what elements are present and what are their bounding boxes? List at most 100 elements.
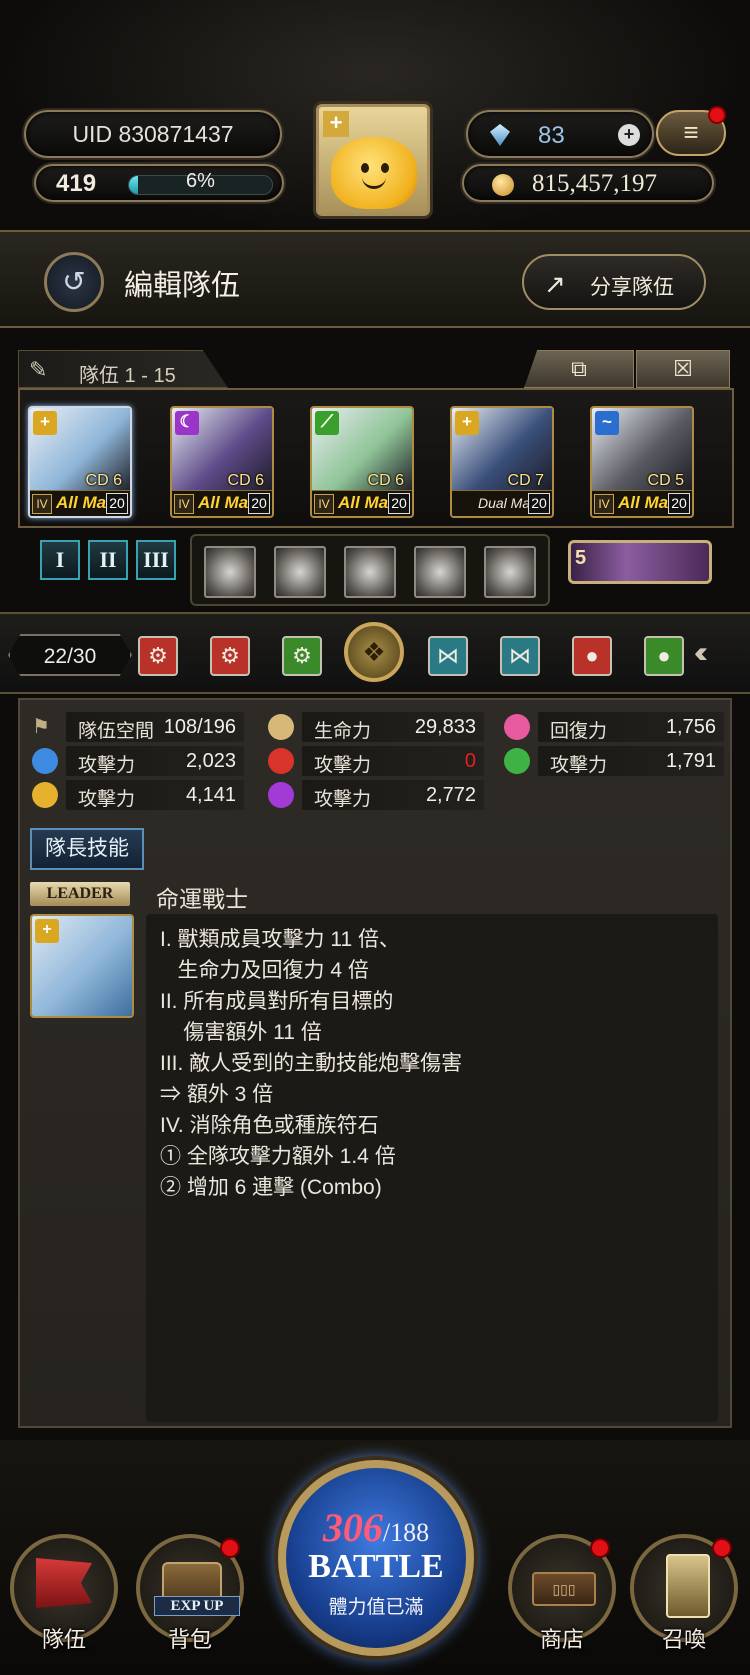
- coin-counter: 815,457,197: [462, 164, 714, 202]
- stat-value: 108/196: [163, 716, 236, 738]
- stat-label: 隊伍空間: [78, 721, 155, 742]
- light-attack-stat: 攻擊力 4,141: [32, 780, 244, 810]
- avatar-eye: [361, 163, 369, 173]
- battle-button[interactable]: 306/188 BATTLE 體力值已滿: [278, 1460, 474, 1656]
- stat-value: 0: [464, 750, 476, 772]
- clear-team-button[interactable]: ☒: [636, 350, 730, 388]
- craft-slot[interactable]: [414, 546, 466, 598]
- stat-value: 4,141: [185, 784, 236, 806]
- leader-portrait: +: [30, 914, 134, 1018]
- stat-label: 攻擊力: [78, 789, 136, 810]
- craft-slot[interactable]: [344, 546, 396, 598]
- nav-team-label: 隊伍: [41, 1627, 86, 1652]
- share-icon: ↗: [544, 269, 566, 299]
- leader-skill-name: 命運戰士: [156, 886, 248, 912]
- team-card[interactable]: ⟋ CD 6 IV All Max 20: [310, 406, 414, 518]
- water-attack-stat: 攻擊力 2,023: [32, 746, 244, 776]
- skill-line: II. 所有成員對所有目標的: [160, 990, 394, 1013]
- light-attribute-icon: +: [35, 919, 59, 943]
- craft-slot[interactable]: [204, 546, 256, 598]
- back-arrow-icon: ↺: [62, 266, 86, 297]
- card-cd: CD 7: [507, 472, 544, 489]
- head-fire-icon[interactable]: ●: [572, 636, 612, 676]
- nav-shop-label: 商店: [539, 1627, 584, 1652]
- card-count: 22/30: [8, 634, 132, 676]
- notification-dot: [220, 1538, 240, 1558]
- skill-line: ① 全隊攻擊力額外 1.4 倍: [160, 1145, 396, 1168]
- card-rank: IV: [314, 494, 334, 514]
- skill-line: I. 獸類成員攻擊力 11 倍、: [160, 928, 400, 951]
- stat-value: 29,833: [414, 716, 476, 738]
- dark-attack-stat: 攻擊力 2,772: [268, 780, 484, 810]
- craft-slot[interactable]: [274, 546, 326, 598]
- shop-sign-icon: ▯▯▯: [532, 1572, 596, 1606]
- recovery-stat: 回復力 1,756: [504, 712, 724, 742]
- copy-team-button[interactable]: ⧉: [524, 350, 634, 388]
- dragon-servant-thumbnail[interactable]: 5: [568, 540, 712, 584]
- share-team-label: 分享隊伍: [590, 276, 674, 299]
- team-members: + CD 6 IV All Max 20 ☾ CD 6 IV All Max 2…: [18, 388, 734, 528]
- stat-label: 攻擊力: [550, 755, 608, 776]
- skill-line: ② 增加 6 連擊 (Combo): [160, 1176, 382, 1199]
- exp-percent: 6%: [186, 170, 215, 192]
- butterfly-icon[interactable]: ⋈: [428, 636, 468, 676]
- flag-icon: [36, 1558, 92, 1608]
- fire-rune-icon[interactable]: ⚙: [210, 636, 250, 676]
- card-footer: IV All Max 20: [172, 490, 272, 516]
- hp-drop-icon: [268, 714, 294, 740]
- stat-label: 生命力: [314, 721, 372, 742]
- team-selector-tab[interactable]: ✎ 隊伍 1 - 15: [18, 350, 228, 388]
- team-card-leader[interactable]: + CD 6 IV All Max 20: [28, 406, 132, 518]
- craft-slots: [190, 534, 550, 606]
- team-space-stat: ⚑ 隊伍空間 108/196: [32, 712, 244, 742]
- share-team-button[interactable]: ↗ 分享隊伍: [522, 254, 706, 310]
- team-card[interactable]: + CD 7 Dual Max 20: [450, 406, 554, 518]
- card-level: 20: [668, 493, 690, 514]
- earth-rune-icon[interactable]: ⚙: [282, 636, 322, 676]
- formation-button-2[interactable]: II: [88, 540, 128, 580]
- gem-count: 83: [538, 122, 565, 149]
- uid-display: UID 830871437: [24, 110, 282, 158]
- level-exp-bar: 419 6%: [34, 164, 284, 202]
- notification-dot: [712, 1538, 732, 1558]
- card-rank: IV: [594, 494, 614, 514]
- copy-icon: ⧉: [571, 356, 587, 381]
- water-rune-icon: [32, 748, 58, 774]
- attribute-icon: +: [455, 411, 479, 435]
- avatar-mouth: [362, 177, 386, 189]
- beast-race-icon[interactable]: ❖: [344, 622, 404, 682]
- head-earth-icon[interactable]: ●: [644, 636, 684, 676]
- close-icon: ☒: [673, 356, 693, 381]
- card-rank: IV: [174, 494, 194, 514]
- heart-icon: [504, 714, 530, 740]
- card-cd: CD 6: [227, 472, 264, 489]
- add-gems-button[interactable]: +: [618, 124, 640, 146]
- formation-button-1[interactable]: I: [40, 540, 80, 580]
- coin-icon: [492, 174, 514, 196]
- notification-dot: [708, 106, 726, 124]
- skill-line: III. 敵人受到的主動技能炮擊傷害: [160, 1052, 463, 1075]
- back-button[interactable]: ↺: [44, 252, 104, 312]
- team-card[interactable]: ☾ CD 6 IV All Max 20: [170, 406, 274, 518]
- edit-pen-icon: ✎: [29, 357, 48, 382]
- card-cd: CD 6: [85, 472, 122, 489]
- hp-stat: 生命力 29,833: [268, 712, 484, 742]
- card-footer: IV All Max 20: [592, 490, 692, 516]
- team-card[interactable]: ~ CD 5 IV All Max 20: [590, 406, 694, 518]
- stat-label: 攻擊力: [78, 755, 136, 776]
- craft-slot[interactable]: [484, 546, 536, 598]
- fire-rune-icon[interactable]: ⚙: [138, 636, 178, 676]
- attribute-icon: ⟋: [315, 411, 339, 435]
- player-avatar[interactable]: +: [316, 104, 430, 216]
- scroll-more-icon[interactable]: ‹‹‹: [694, 636, 708, 670]
- formation-button-3[interactable]: III: [136, 540, 176, 580]
- card-count-text: 22/30: [43, 645, 97, 668]
- leader-skill-tab[interactable]: 隊長技能: [30, 828, 144, 870]
- cat-avatar-icon: [331, 137, 417, 209]
- card-rank: IV: [32, 494, 52, 514]
- skill-line: 生命力及回復力 4 倍: [160, 959, 369, 982]
- stat-value: 2,023: [185, 750, 236, 772]
- nav-bag-label: 背包: [167, 1627, 212, 1652]
- butterfly-icon[interactable]: ⋈: [500, 636, 540, 676]
- card-cd: CD 6: [367, 472, 404, 489]
